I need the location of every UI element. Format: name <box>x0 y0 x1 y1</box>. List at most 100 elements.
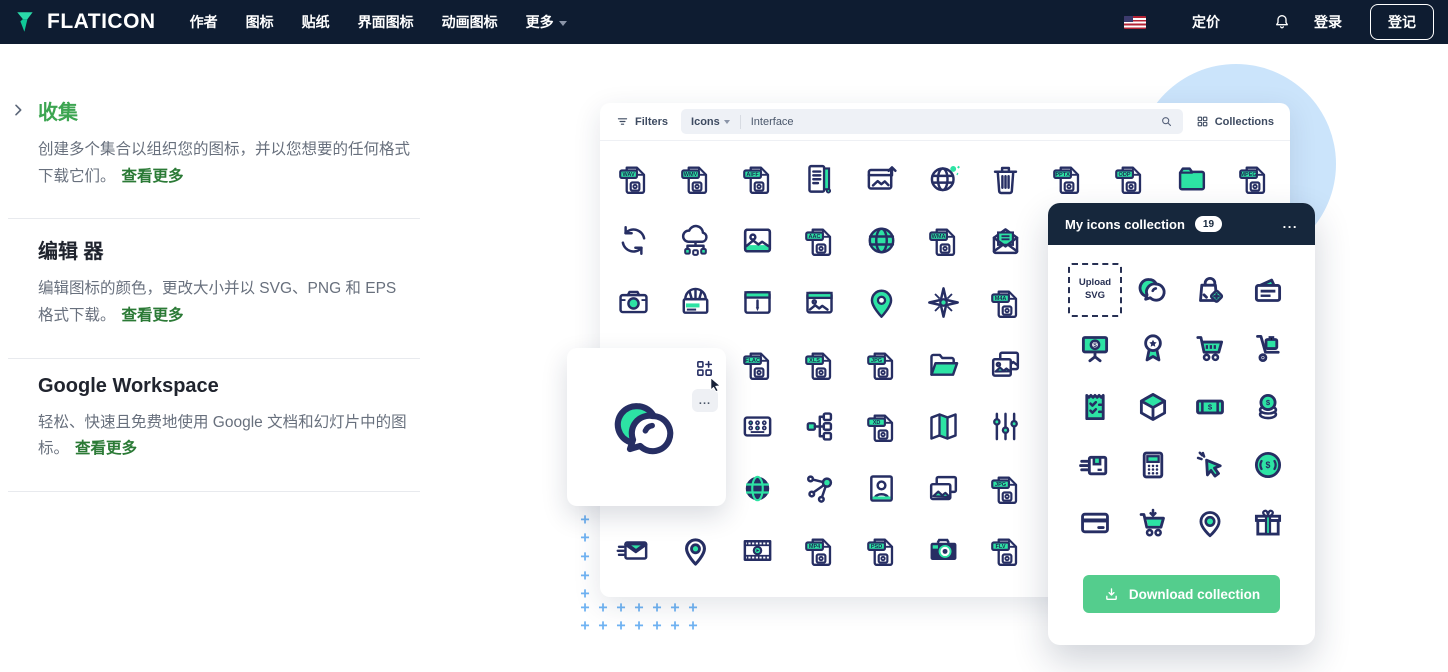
chevron-right-icon[interactable] <box>10 102 26 118</box>
open-mail-icon[interactable] <box>974 209 1036 271</box>
hierarchy-icon[interactable] <box>788 395 850 457</box>
pin-round-icon[interactable] <box>1182 495 1238 551</box>
see-more-link[interactable]: 查看更多 <box>122 307 184 324</box>
package-box-icon[interactable] <box>1125 379 1181 435</box>
menu-item-3[interactable]: 贴纸 <box>302 12 330 32</box>
pricing-link[interactable]: 定价 <box>1192 12 1220 32</box>
flac-file-icon[interactable]: FLAC <box>726 333 788 395</box>
portrait-icon[interactable] <box>850 457 912 519</box>
collections-button[interactable]: Collections <box>1196 115 1274 128</box>
mpeg-file-icon[interactable]: MPEG <box>1222 147 1284 209</box>
menu-item-5[interactable]: 动画图标 <box>442 12 498 32</box>
brand-logo[interactable]: FLATICON <box>14 9 156 35</box>
upload-svg-box[interactable]: Upload SVG <box>1068 263 1122 317</box>
wma-file-icon[interactable]: WMA <box>912 209 974 271</box>
hand-truck-icon[interactable] <box>1240 320 1296 376</box>
folder-icon[interactable] <box>1160 147 1222 209</box>
location-pin-icon[interactable] <box>850 271 912 333</box>
trash-icon[interactable] <box>974 147 1036 209</box>
feature-section-2: 编辑 器编辑图标的颜色，更改大小并以 SVG、PNG 和 EPS 格式下载。 查看… <box>8 219 420 359</box>
flaticon-logo-icon <box>17 12 33 32</box>
page: + + + + + + + + + + + + + + + + + + + FLATICON 作者 图标 贴纸 界面图标动… <box>0 0 1448 672</box>
pptx-file-icon[interactable]: PPTX <box>1036 147 1098 209</box>
photo-gallery-icon[interactable] <box>974 333 1036 395</box>
globe-dark-icon[interactable] <box>726 457 788 519</box>
keypad-icon[interactable] <box>726 395 788 457</box>
browser-upload-icon[interactable] <box>850 147 912 209</box>
sliders-icon[interactable] <box>974 395 1036 457</box>
psd-file-icon[interactable]: PSD <box>850 519 912 581</box>
receipt-check-icon[interactable] <box>1067 379 1123 435</box>
menu-item-1[interactable]: 作者 <box>190 12 218 32</box>
aac-file-icon[interactable]: AAC <box>788 209 850 271</box>
language-flag-us-icon[interactable] <box>1124 15 1146 29</box>
bag-add-icon[interactable] <box>1182 262 1238 318</box>
photo-stack-icon[interactable] <box>912 457 974 519</box>
search-input[interactable]: Interface <box>751 116 1160 128</box>
browser-edit-icon[interactable] <box>726 271 788 333</box>
gift-box-icon[interactable] <box>1240 495 1296 551</box>
billboard-dollar-icon[interactable]: $ <box>1067 320 1123 376</box>
download-icon <box>1106 587 1117 600</box>
icon-hover-card[interactable]: ... <box>567 348 726 506</box>
signup-button[interactable]: 登记 <box>1370 4 1434 40</box>
cursor-click-icon[interactable] <box>1182 437 1238 493</box>
photo-icon[interactable] <box>726 209 788 271</box>
plus-glyph: + <box>580 547 590 565</box>
awning-window-icon[interactable] <box>664 271 726 333</box>
share-network-icon[interactable] <box>788 457 850 519</box>
menu-item-2[interactable]: 图标 <box>246 12 274 32</box>
cloud-network-icon[interactable] <box>664 209 726 271</box>
open-folder-icon[interactable] <box>912 333 974 395</box>
odp-file-icon[interactable]: ODP <box>1098 147 1160 209</box>
search-icon[interactable] <box>1160 115 1173 128</box>
sync-icon[interactable] <box>602 209 664 271</box>
shipping-box-icon[interactable] <box>1067 437 1123 493</box>
notifications-bell-icon[interactable] <box>1272 12 1292 32</box>
compass-icon[interactable] <box>912 271 974 333</box>
plus-glyph: + <box>670 598 680 616</box>
aiff-file-icon[interactable]: AIFF <box>726 147 788 209</box>
banknote-icon[interactable]: $ <box>1182 379 1238 435</box>
pin-outline-icon[interactable] <box>664 519 726 581</box>
feature-section-1: 收集 创建多个集合以组织您的图标，并以您想要的任何格式下载它们。 查看更多 <box>8 80 420 220</box>
m4a-file-icon[interactable]: M4A <box>974 271 1036 333</box>
camera-dark-icon[interactable] <box>912 519 974 581</box>
document-icon[interactable] <box>788 147 850 209</box>
xd-file-icon[interactable]: XD <box>850 395 912 457</box>
search-scope-dropdown[interactable]: Icons <box>691 116 730 128</box>
menu-item-6[interactable]: 更多 <box>526 12 567 32</box>
shopping-cart-icon[interactable] <box>1182 320 1238 376</box>
download-collection-button[interactable]: Download collection <box>1083 575 1280 613</box>
credit-card-icon[interactable] <box>1067 495 1123 551</box>
see-more-link[interactable]: 查看更多 <box>122 168 184 185</box>
map-icon[interactable] <box>912 395 974 457</box>
globe-sketch-icon[interactable] <box>912 147 974 209</box>
xls-file-icon[interactable]: XLS <box>788 333 850 395</box>
cart-download-icon[interactable] <box>1125 495 1181 551</box>
browser-photo-icon[interactable] <box>788 271 850 333</box>
plus-glyph: + <box>652 598 662 616</box>
photo-camera-icon[interactable] <box>602 271 664 333</box>
search-bar[interactable]: Icons Interface <box>681 109 1183 134</box>
calculator-icon[interactable] <box>1125 437 1181 493</box>
login-link[interactable]: 登录 <box>1314 12 1342 32</box>
filters-button[interactable]: Filters <box>616 115 668 128</box>
mail-send-icon[interactable] <box>602 519 664 581</box>
menu-item-4[interactable]: 界面图标 <box>358 12 414 32</box>
chat-bubbles-icon[interactable] <box>1125 262 1181 318</box>
coin-stack-icon[interactable]: $ <box>1240 379 1296 435</box>
film-strip-icon[interactable] <box>726 519 788 581</box>
globe-icon[interactable] <box>850 209 912 271</box>
upload-svg-button[interactable]: Upload SVG <box>1067 262 1123 318</box>
see-more-link[interactable]: 查看更多 <box>75 440 137 457</box>
jpg-document-icon[interactable]: JPG <box>850 333 912 395</box>
award-badge-icon[interactable] <box>1125 320 1181 376</box>
dollar-coin-icon[interactable]: $ <box>1240 437 1296 493</box>
wav-file-icon[interactable]: WAV <box>602 147 664 209</box>
flv-file-icon[interactable]: FLV <box>974 519 1036 581</box>
mp4-file-icon[interactable]: MP4 <box>788 519 850 581</box>
jpg-file-icon[interactable]: JPG <box>974 457 1036 519</box>
wallet-icon[interactable] <box>1240 262 1296 318</box>
wmv-file-icon[interactable]: WMV <box>664 147 726 209</box>
